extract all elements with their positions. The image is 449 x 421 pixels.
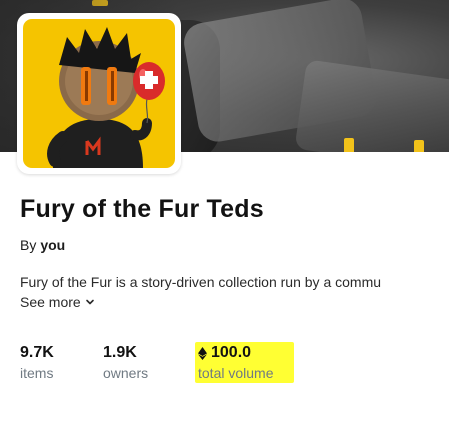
stat-value: 100.0: [211, 344, 252, 361]
collection-title: Fury of the Fur Teds: [20, 195, 264, 223]
collection-byline: By you: [20, 237, 65, 253]
teddy-character-illustration: [47, 27, 165, 168]
stat-label: items: [20, 365, 54, 381]
stat-total-volume[interactable]: 100.0 total volume: [198, 344, 273, 381]
see-more-label: See more: [20, 294, 81, 310]
stat-value: 9.7K: [20, 344, 54, 361]
by-label: By: [20, 237, 37, 253]
chevron-down-icon: [85, 299, 94, 305]
stat-items[interactable]: 9.7K items: [20, 344, 54, 381]
see-more-button[interactable]: See more: [20, 294, 95, 310]
avatar-image: [23, 19, 175, 168]
stat-value-row: 100.0: [198, 344, 273, 362]
stat-value: 1.9K: [103, 344, 137, 361]
stat-owners[interactable]: 1.9K owners: [103, 344, 148, 381]
ethereum-icon: [198, 346, 207, 360]
collection-avatar[interactable]: [17, 13, 181, 174]
owner-link[interactable]: you: [40, 237, 65, 253]
collection-description: Fury of the Fur is a story-driven collec…: [20, 274, 382, 290]
stat-label: total volume: [198, 365, 274, 381]
stat-label: owners: [103, 365, 149, 381]
